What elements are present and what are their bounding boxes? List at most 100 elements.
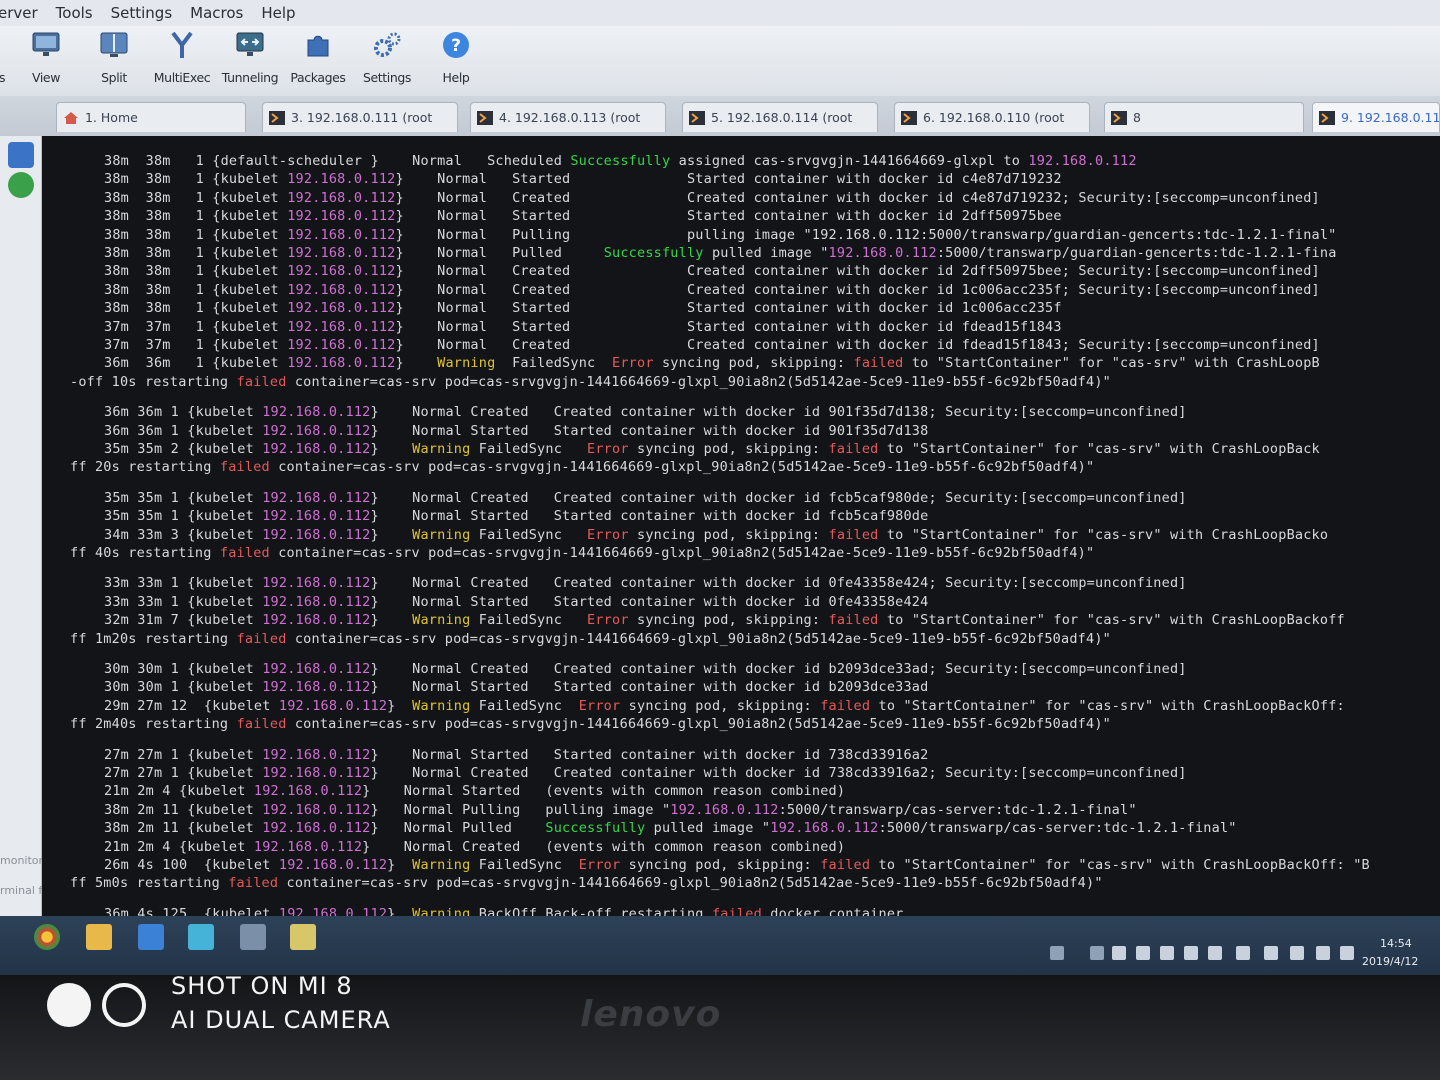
terminal-text: } Normal Created Created container with …: [370, 765, 1187, 781]
terminal-line: 30m 30m 1 {kubelet 192.168.0.112} Normal…: [104, 660, 1187, 678]
terminal-text: Error: [587, 526, 629, 543]
monitor-icon: [31, 30, 61, 60]
tab-session-3[interactable]: 3. 192.168.0.111 (root: [262, 102, 458, 132]
terminal-text: 192.168.0.112: [670, 801, 779, 818]
terminal-text: 192.168.0.112: [287, 337, 396, 353]
terminal-text: to "StartContainer" for "cas-srv" with C…: [878, 441, 1320, 457]
terminal-text: FailedSync: [495, 355, 613, 372]
terminal-text: failed: [820, 857, 871, 873]
terminal-text: 192.168.0.112: [287, 263, 396, 280]
split-button[interactable]: Split: [82, 30, 146, 85]
terminal-app-icon[interactable]: [240, 924, 266, 950]
terminal-line: 36m 4s 125 {kubelet 192.168.0.112} Warni…: [104, 905, 904, 916]
tray-icon[interactable]: [1136, 946, 1150, 960]
terminal-text: 192.168.0.112: [262, 422, 371, 439]
notepad-icon[interactable]: [290, 924, 316, 950]
packages-button[interactable]: Packages: [286, 30, 350, 85]
folder-icon[interactable]: [86, 924, 112, 950]
terminal-line: 38m 38m 1 {kubelet 192.168.0.112} Normal…: [104, 262, 1320, 280]
sessions-icon[interactable]: [8, 142, 34, 168]
input-method-icon[interactable]: [1340, 946, 1354, 960]
tray-icon[interactable]: [1160, 946, 1174, 960]
terminal-icon: [477, 110, 493, 125]
volume-icon[interactable]: [1316, 946, 1330, 960]
people-icon[interactable]: [1050, 946, 1064, 960]
app-icon[interactable]: [188, 924, 214, 950]
tab-session-8[interactable]: 8: [1104, 102, 1304, 132]
terminal-text: Warning: [437, 355, 496, 372]
tunneling-button[interactable]: Tunneling: [218, 30, 282, 85]
toolbar: s View Split MultiExec Tunneling Package…: [0, 26, 1440, 96]
terminal-text: }: [395, 355, 438, 372]
question-icon: ?: [441, 30, 471, 60]
terminal-output[interactable]: 38m 38m 1 {default-scheduler } Normal Sc…: [42, 136, 1440, 916]
terminal-text: 192.168.0.112: [287, 318, 396, 335]
terminal-text: :5000/transwarp/cas-server:tdc-1.2.1-fin…: [878, 820, 1237, 837]
browser-icon[interactable]: [34, 924, 60, 950]
tab-session-6[interactable]: 6. 192.168.0.110 (root: [894, 102, 1090, 132]
terminal-text: Error: [587, 612, 629, 629]
clock-time[interactable]: 14:54: [1380, 937, 1412, 950]
terminal-text: 192.168.0.112: [262, 679, 371, 696]
menu-server[interactable]: erver: [0, 4, 38, 22]
terminal-text: 192.168.0.112: [262, 593, 371, 610]
terminal-text: failed: [828, 526, 879, 543]
terminal-text: Error: [612, 355, 654, 372]
tab-session-9[interactable]: 9. 192.168.0.112: [1312, 102, 1440, 132]
menu-tools[interactable]: Tools: [56, 4, 93, 22]
shield-icon[interactable]: [1264, 946, 1278, 960]
terminal-line: 34m 33m 3 {kubelet 192.168.0.112} Warnin…: [104, 526, 1328, 544]
tab-session-4[interactable]: 4. 192.168.0.113 (root: [470, 102, 666, 132]
terminal-text: pulled image ": [703, 245, 829, 261]
toolbar-label: Packages: [290, 70, 346, 85]
tab-session-5[interactable]: 5. 192.168.0.114 (root: [682, 102, 878, 132]
view-button[interactable]: View: [14, 30, 78, 85]
camera-watermark-icon: [47, 983, 146, 1027]
terminal-text: } Normal Pulling pulling image ": [370, 801, 671, 818]
terminal-line: 38m 38m 1 {default-scheduler } Normal Sc…: [104, 152, 1137, 170]
checkmark-icon[interactable]: [8, 172, 34, 198]
terminal-line: 27m 27m 1 {kubelet 192.168.0.112} Normal…: [104, 746, 928, 764]
tray-icon[interactable]: [1236, 946, 1250, 960]
tray-icon[interactable]: [1184, 946, 1198, 960]
help-button[interactable]: ? Help: [424, 30, 488, 85]
network-icon[interactable]: [1290, 946, 1304, 960]
terminal-text: to "StartContainer" for "cas-srv" with C…: [903, 355, 1320, 372]
terminal-text: container=cas-srv pod=cas-srvgvgjn-14416…: [286, 630, 1111, 647]
terminal-text: 192.168.0.112: [262, 820, 371, 837]
terminal-text: } Normal Started Started container with …: [370, 508, 929, 525]
tray-icon[interactable]: [1208, 946, 1222, 960]
terminal-text: 30m 30m 1 {kubelet: [104, 679, 263, 696]
menu-settings[interactable]: Settings: [111, 4, 173, 22]
watermark-line-1: SHOT ON MI 8: [171, 972, 353, 1000]
terminal-text: }: [370, 526, 413, 543]
app-icon[interactable]: [138, 924, 164, 950]
menu-macros[interactable]: Macros: [190, 4, 243, 22]
menu-help[interactable]: Help: [261, 4, 295, 22]
clock-date[interactable]: 2019/4/12: [1362, 955, 1418, 968]
terminal-text: 36m 36m 1 {kubelet: [104, 422, 263, 439]
terminal-text: 36m 36m 1 {kubelet: [104, 355, 288, 372]
terminal-line: 36m 36m 1 {kubelet 192.168.0.112} Normal…: [104, 403, 1187, 421]
terminal-text: container=cas-srv pod=cas-srvgvgjn-14416…: [286, 716, 1111, 733]
terminal-text: } Normal Started Started container with …: [395, 208, 1062, 225]
tray-icon[interactable]: [1112, 946, 1126, 960]
settings-button[interactable]: Settings: [355, 30, 419, 85]
terminal-text: } Normal Pulling pulling image "192.168.…: [395, 226, 1337, 243]
chevron-up-icon[interactable]: [1090, 946, 1104, 960]
terminal-text: } Normal Created Created container with …: [370, 489, 1187, 506]
terminal-text: :5000/transwarp/guardian-gencerts:tdc-1.…: [936, 245, 1337, 261]
terminal-text: }: [370, 441, 413, 457]
terminal-text: failed: [236, 373, 287, 390]
tab-home[interactable]: 1. Home: [56, 102, 246, 132]
terminal-text: failed: [236, 630, 287, 647]
multiexec-button[interactable]: MultiExec: [150, 30, 214, 85]
terminal-text: } Normal Created Created container with …: [395, 281, 1320, 298]
terminal-text: container=cas-srv pod=cas-srvgvgjn-14416…: [269, 545, 1095, 561]
toolbar-label: MultiExec: [153, 70, 211, 85]
terminal-text: 36m 4s 125 {kubelet: [104, 905, 279, 916]
terminal-line: 38m 38m 1 {kubelet 192.168.0.112} Normal…: [104, 226, 1337, 244]
terminal-text: Warning: [412, 441, 471, 457]
split-screen-icon: [99, 30, 129, 60]
terminal-line: ff 2m40s restarting failed container=cas…: [70, 715, 1111, 733]
